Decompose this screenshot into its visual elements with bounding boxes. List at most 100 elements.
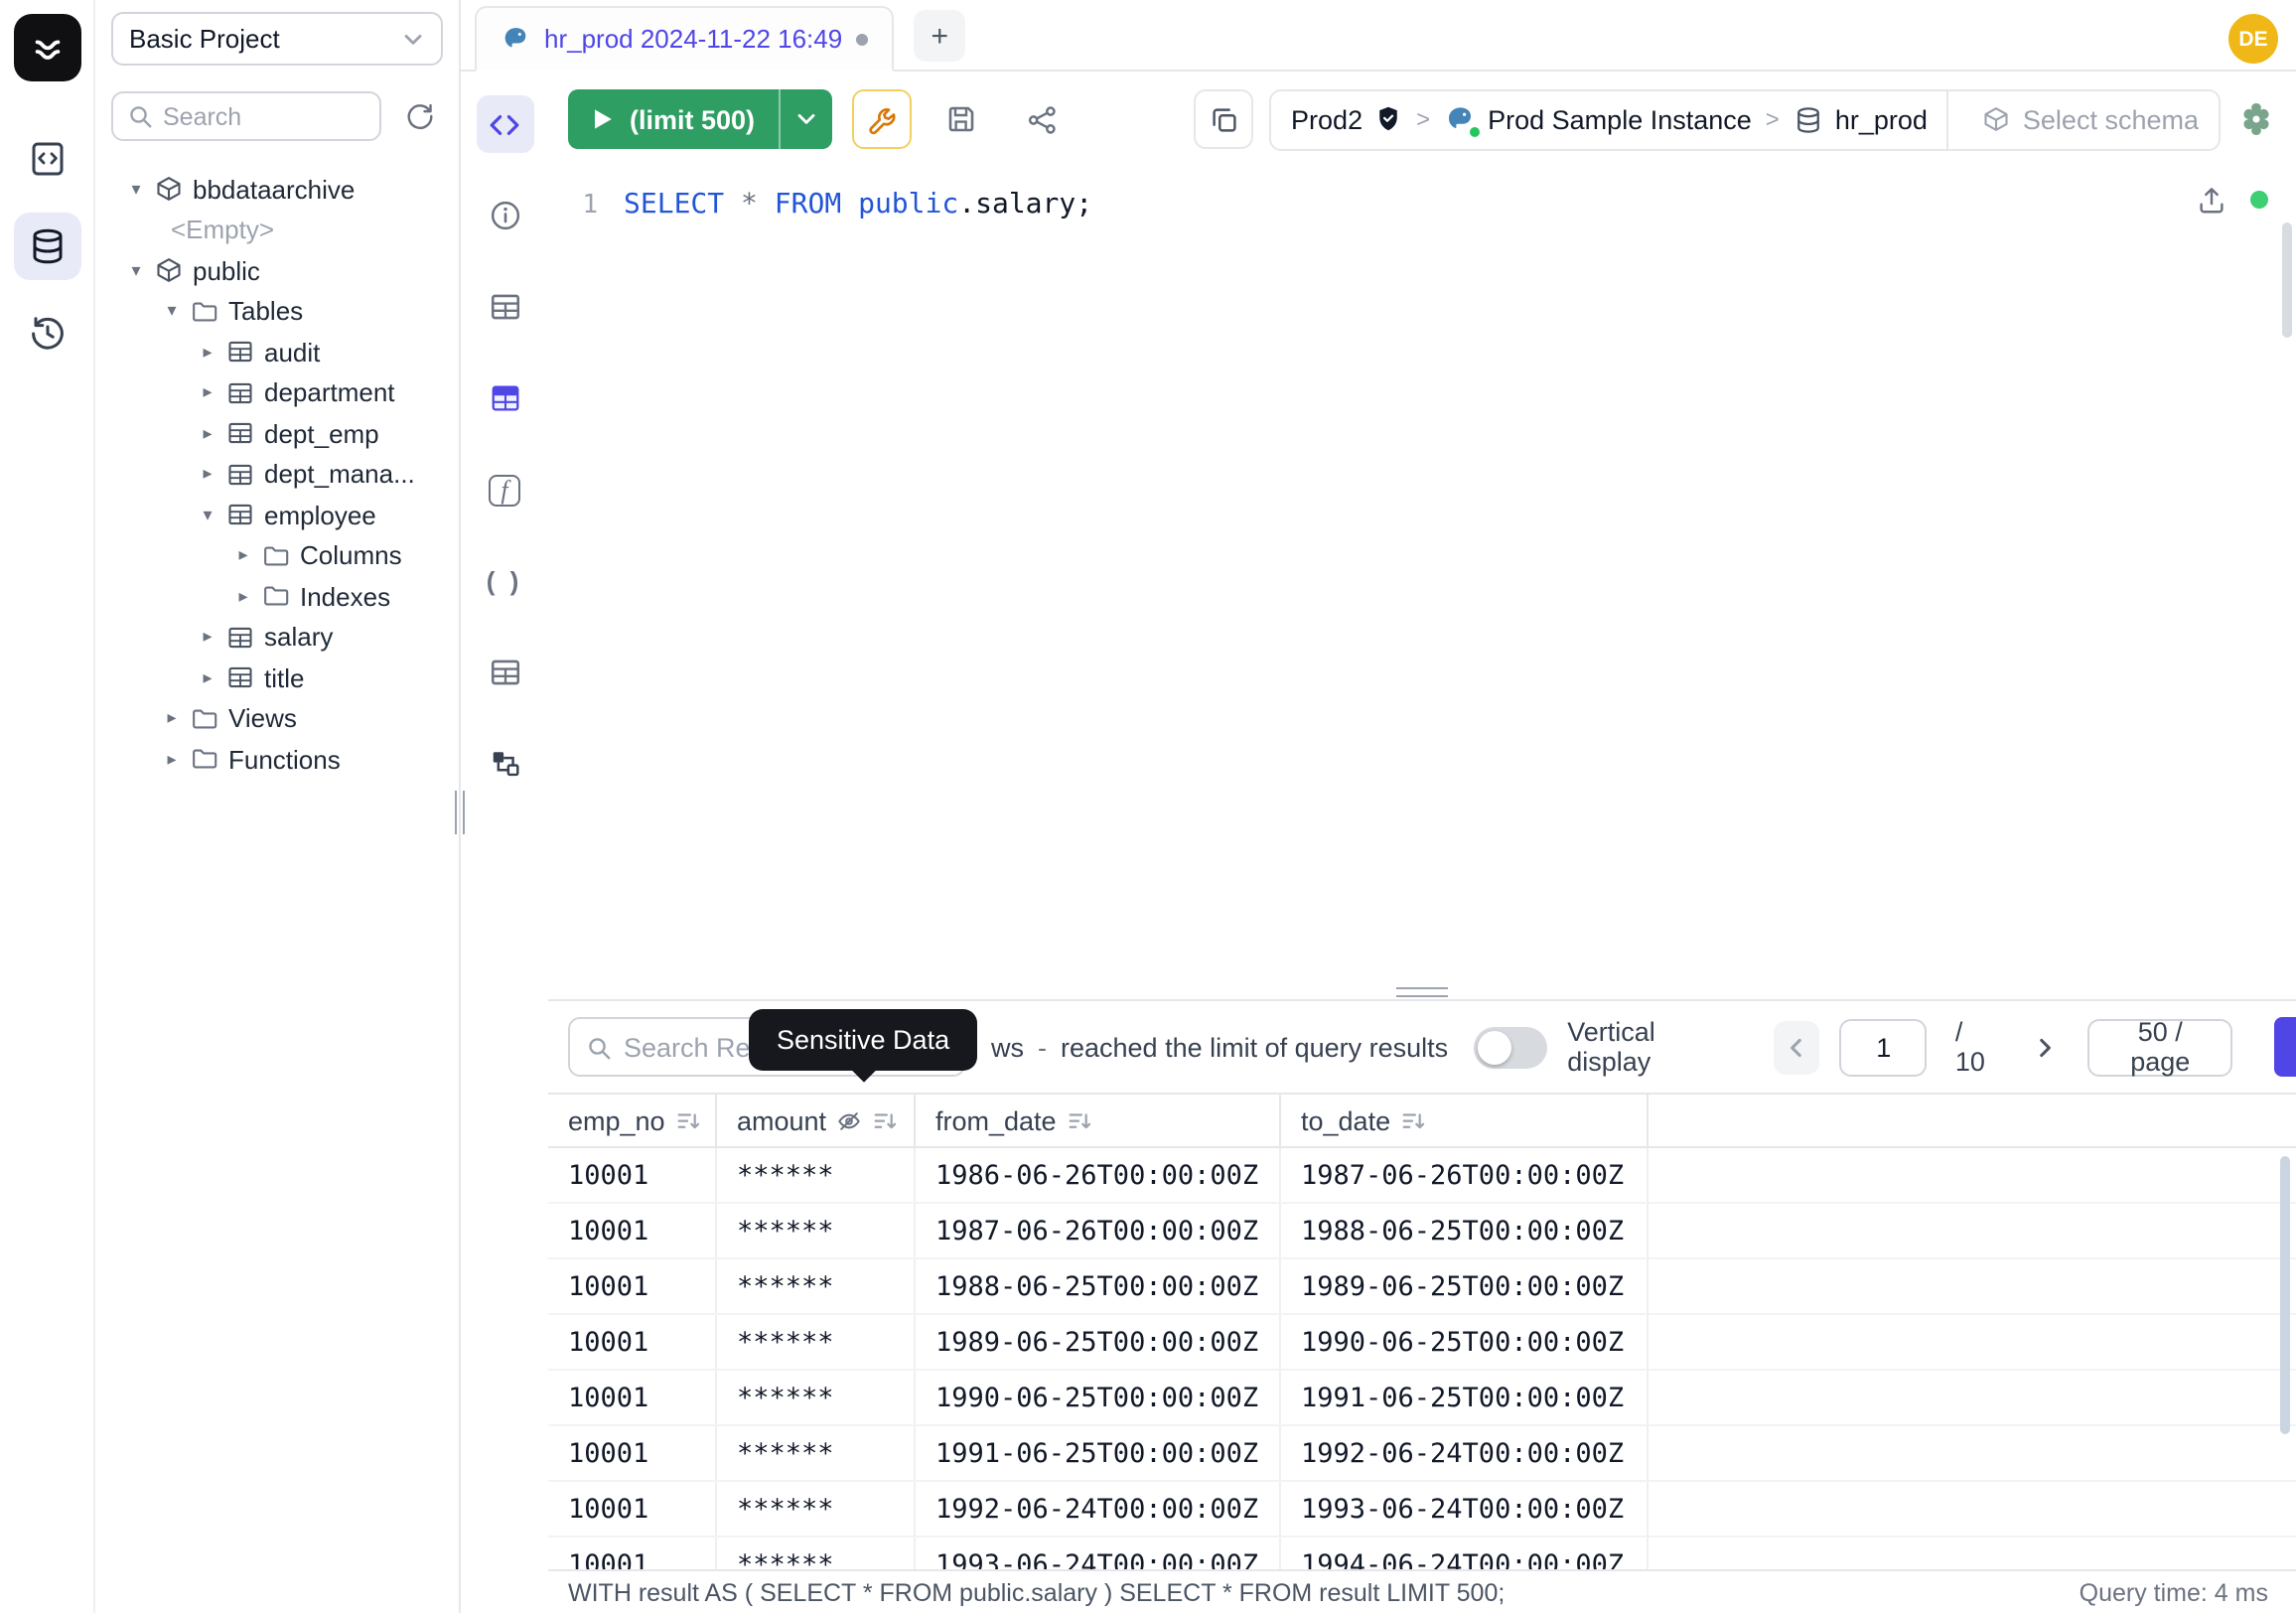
app-logo[interactable] (13, 14, 80, 81)
tree-item-bbdataarchive[interactable]: ▾ bbdataarchive (111, 169, 443, 210)
run-query-button[interactable]: (limit 500) (568, 89, 779, 149)
column-header-to-date[interactable]: to_date (1281, 1095, 1649, 1146)
eye-off-icon[interactable] (836, 1107, 862, 1133)
tree-item-public[interactable]: ▾ public (111, 250, 443, 291)
schema-placeholder: Select schema (2023, 104, 2199, 134)
sheet-panel-button[interactable] (476, 644, 533, 701)
database-nav-button[interactable] (13, 213, 80, 280)
info-button[interactable] (476, 187, 533, 244)
tab-hr-prod[interactable]: hr_prod 2024-11-22 16:49 (475, 6, 894, 72)
caret-right-icon[interactable]: ▸ (163, 751, 181, 769)
history-nav-button[interactable] (13, 300, 80, 367)
tree-item-dept-manager[interactable]: ▸ dept_mana... (111, 454, 443, 495)
tree-item-views[interactable]: ▸ Views (111, 698, 443, 739)
caret-down-icon[interactable]: ▾ (127, 262, 145, 280)
sidebar-resize-handle[interactable] (455, 791, 465, 834)
info-icon (488, 199, 521, 232)
batch-query-button[interactable] (1194, 89, 1253, 149)
caret-right-icon[interactable]: ▸ (163, 710, 181, 728)
caret-right-icon[interactable]: ▸ (234, 547, 252, 565)
sql-editor[interactable]: 1 SELECT * FROM public.salary; (548, 167, 2296, 981)
procedures-panel-button[interactable]: ( ) (476, 552, 533, 610)
cell-to-date: 1988-06-25T00:00:00Z (1281, 1204, 1649, 1257)
table-row[interactable]: 10001******1993-06-24T00:00:00Z1994-06-2… (548, 1538, 2296, 1569)
table-row[interactable]: 10001******1987-06-26T00:00:00Z1988-06-2… (548, 1204, 2296, 1259)
table-row[interactable]: 10001******1989-06-25T00:00:00Z1990-06-2… (548, 1315, 2296, 1371)
sort-icon[interactable] (1067, 1107, 1092, 1133)
prev-page-button[interactable] (1774, 1020, 1820, 1074)
caret-right-icon[interactable]: ▸ (199, 384, 216, 402)
caret-down-icon[interactable]: ▾ (199, 507, 216, 524)
save-sheet-button[interactable] (932, 89, 991, 149)
sidebar-search-input[interactable] (163, 102, 365, 130)
panel-splitter[interactable] (548, 981, 2296, 1001)
sidebar-search[interactable] (111, 91, 381, 141)
column-header-amount[interactable]: amount (717, 1095, 916, 1146)
tree-item-indexes[interactable]: ▸ Indexes (111, 576, 443, 617)
caret-right-icon[interactable]: ▸ (199, 466, 216, 484)
column-header-emp-no[interactable]: emp_no (548, 1095, 717, 1146)
table-row[interactable]: 10001******1990-06-25T00:00:00Z1991-06-2… (548, 1371, 2296, 1426)
page-size-select[interactable]: 50 / page (2088, 1018, 2232, 1076)
results-scrollbar[interactable] (2280, 1156, 2290, 1434)
caret-down-icon[interactable]: ▾ (127, 181, 145, 199)
line-number: 1 (548, 189, 624, 981)
new-tab-button[interactable]: + (914, 10, 965, 62)
tree-item-audit[interactable]: ▸ audit (111, 332, 443, 372)
splitter-grip-icon[interactable] (1396, 987, 1448, 997)
results-expand-button[interactable] (2274, 1017, 2296, 1077)
refresh-button[interactable] (395, 92, 443, 140)
tree-item-columns[interactable]: ▸ Columns (111, 535, 443, 576)
worksheet-nav-button[interactable] (13, 125, 80, 193)
tree-item-dept-emp[interactable]: ▸ dept_emp (111, 413, 443, 454)
caret-right-icon[interactable]: ▸ (234, 588, 252, 606)
page-number-input[interactable] (1840, 1018, 1928, 1076)
run-options-button[interactable] (779, 89, 832, 149)
sort-icon[interactable] (872, 1107, 898, 1133)
caret-right-icon[interactable]: ▸ (199, 669, 216, 687)
tree-item-empty: <Empty> (111, 210, 443, 250)
table-row[interactable]: 10001******1986-06-26T00:00:00Z1987-06-2… (548, 1148, 2296, 1204)
table-row[interactable]: 10001******1991-06-25T00:00:00Z1992-06-2… (548, 1426, 2296, 1482)
project-selector[interactable]: Basic Project (111, 12, 443, 66)
vertical-display-toggle[interactable] (1474, 1026, 1547, 1068)
database-item[interactable]: hr_prod (1794, 104, 1928, 134)
sort-icon[interactable] (1400, 1107, 1426, 1133)
caret-right-icon[interactable]: ▸ (199, 425, 216, 443)
schema-diagram-button[interactable] (476, 735, 533, 793)
sort-icon[interactable] (675, 1107, 701, 1133)
cell-from-date: 1992-06-24T00:00:00Z (916, 1482, 1281, 1536)
instance-status-dot (1470, 127, 1480, 137)
table-data-panel-button[interactable] (476, 369, 533, 427)
column-header-from-date[interactable]: from_date (916, 1095, 1281, 1146)
tree-item-employee[interactable]: ▾ employee (111, 495, 443, 535)
editor-scrollbar[interactable] (2282, 222, 2292, 338)
functions-panel-button[interactable]: f (476, 461, 533, 518)
sql-editor-mode-button[interactable] (476, 95, 533, 153)
code-icon (487, 106, 522, 142)
environment-label: Prod2 (1291, 104, 1363, 134)
executed-sql: WITH result AS ( SELECT * FROM public.sa… (568, 1578, 2060, 1606)
tree-item-functions[interactable]: ▸ Functions (111, 739, 443, 780)
cell-emp-no: 10001 (548, 1482, 717, 1536)
share-button[interactable] (1011, 89, 1071, 149)
caret-down-icon[interactable]: ▾ (163, 303, 181, 321)
tree-item-salary[interactable]: ▸ salary (111, 617, 443, 658)
tree-item-tables[interactable]: ▾ Tables (111, 291, 443, 332)
admin-wrench-button[interactable] (852, 89, 912, 149)
next-page-button[interactable] (2022, 1020, 2069, 1074)
ai-assistant-button[interactable] (2236, 99, 2276, 139)
user-avatar[interactable]: DE (2228, 14, 2278, 64)
environment-item[interactable]: Prod2 (1291, 104, 1402, 134)
tree-item-department[interactable]: ▸ department (111, 372, 443, 413)
tables-panel-button[interactable] (476, 278, 533, 336)
schema-selector[interactable]: Select schema (1963, 104, 2219, 134)
table-row[interactable]: 10001******1988-06-25T00:00:00Z1989-06-2… (548, 1259, 2296, 1315)
cell-from-date: 1993-06-24T00:00:00Z (916, 1538, 1281, 1569)
caret-right-icon[interactable]: ▸ (199, 629, 216, 647)
caret-right-icon[interactable]: ▸ (199, 344, 216, 362)
table-row[interactable]: 10001******1992-06-24T00:00:00Z1993-06-2… (548, 1482, 2296, 1538)
instance-item[interactable]: Prod Sample Instance (1444, 103, 1752, 135)
export-sheet-button[interactable] (2195, 183, 2228, 217)
tree-item-title[interactable]: ▸ title (111, 658, 443, 698)
